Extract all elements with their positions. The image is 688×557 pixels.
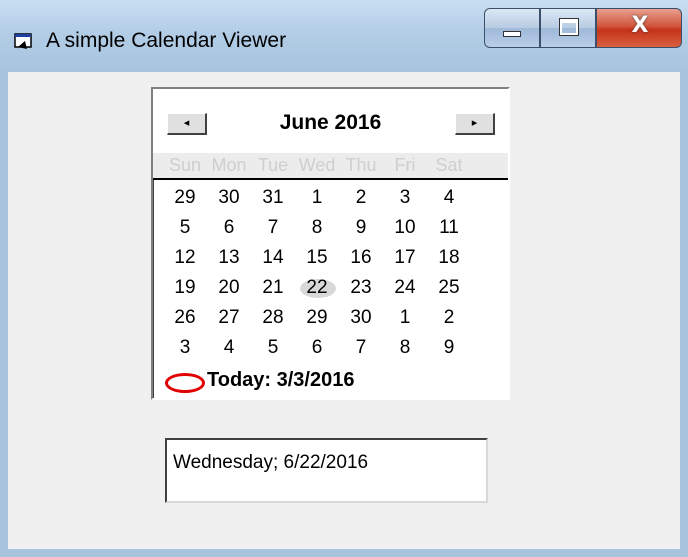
calendar-day[interactable]: 24 — [385, 277, 425, 299]
minimize-icon — [503, 31, 521, 37]
calendar-day[interactable]: 26 — [165, 307, 205, 329]
weekday-header-row: Sun Mon Tue Wed Thu Fri Sat — [153, 153, 508, 180]
calendar-day[interactable]: 30 — [341, 307, 381, 329]
minimize-button[interactable] — [484, 8, 540, 48]
calendar-day[interactable]: 8 — [297, 217, 337, 239]
weekday-label: Sat — [435, 155, 463, 175]
app-window-icon — [14, 33, 32, 49]
today-link[interactable]: Today: 3/3/2016 — [165, 369, 505, 395]
today-marker-icon — [165, 373, 205, 393]
maximize-icon — [559, 18, 579, 36]
calendar-day[interactable]: 9 — [341, 217, 381, 239]
right-arrow-icon: ▸ — [471, 117, 478, 129]
calendar-day[interactable]: 6 — [297, 337, 337, 359]
calendar-day[interactable]: 23 — [341, 277, 381, 299]
calendar-day[interactable]: 3 — [385, 187, 425, 209]
close-button[interactable]: X — [596, 8, 682, 48]
calendar-day[interactable]: 6 — [209, 217, 249, 239]
calendar-day[interactable]: 30 — [209, 187, 249, 209]
calendar-day[interactable]: 31 — [253, 187, 293, 209]
calendar-day[interactable]: 27 — [209, 307, 249, 329]
weekday-label: Sun — [168, 155, 202, 175]
calendar-day[interactable]: 5 — [165, 217, 205, 239]
calendar-day[interactable]: 11 — [429, 217, 469, 239]
next-month-button[interactable]: ▸ — [455, 113, 495, 135]
title-bar[interactable]: A simple Calendar Viewer X — [0, 0, 688, 72]
calendar-day[interactable]: 16 — [341, 247, 381, 269]
calendar-day[interactable]: 2 — [429, 307, 469, 329]
calendar-day[interactable]: 14 — [253, 247, 293, 269]
calendar-day[interactable]: 18 — [429, 247, 469, 269]
maximize-button[interactable] — [540, 8, 596, 48]
calendar-day[interactable]: 25 — [429, 277, 469, 299]
calendar-day[interactable]: 29 — [297, 307, 337, 329]
calendar-day[interactable]: 28 — [253, 307, 293, 329]
calendar-day[interactable]: 15 — [297, 247, 337, 269]
calendar-day-selected[interactable]: 22 — [297, 277, 337, 299]
calendar-day[interactable]: 20 — [209, 277, 249, 299]
calendar-day[interactable]: 5 — [253, 337, 293, 359]
month-calendar[interactable]: ◂ June 2016 ▸ Sun Mon Tue Wed Thu Fri Sat 29 30… — [151, 87, 510, 400]
calendar-day[interactable]: 29 — [165, 187, 205, 209]
calendar-day[interactable]: 4 — [429, 187, 469, 209]
calendar-day[interactable]: 21 — [253, 277, 293, 299]
calendar-day[interactable]: 1 — [385, 307, 425, 329]
calendar-day[interactable]: 13 — [209, 247, 249, 269]
calendar-day[interactable]: 17 — [385, 247, 425, 269]
calendar-day[interactable]: 7 — [341, 337, 381, 359]
calendar-day[interactable]: 3 — [165, 337, 205, 359]
close-icon: X — [631, 13, 649, 38]
weekday-label: Tue — [257, 155, 289, 175]
calendar-day[interactable]: 8 — [385, 337, 425, 359]
weekday-label: Wed — [298, 155, 336, 175]
calendar-day[interactable]: 1 — [297, 187, 337, 209]
calendar-day[interactable]: 9 — [429, 337, 469, 359]
calendar-day[interactable]: 12 — [165, 247, 205, 269]
selected-date-textbox[interactable]: Wednesday; 6/22/2016 — [165, 438, 488, 503]
calendar-day[interactable]: 10 — [385, 217, 425, 239]
window-title: A simple Calendar Viewer — [46, 29, 287, 52]
calendar-day[interactable]: 7 — [253, 217, 293, 239]
calendar-header: ◂ June 2016 ▸ — [153, 89, 508, 153]
weekday-label: Mon — [211, 155, 247, 175]
calendar-day[interactable]: 4 — [209, 337, 249, 359]
weekday-label: Fri — [394, 155, 416, 175]
today-label: Today: 3/3/2016 — [207, 369, 355, 391]
calendar-day[interactable]: 19 — [165, 277, 205, 299]
weekday-label: Thu — [345, 155, 377, 175]
calendar-day[interactable]: 2 — [341, 187, 381, 209]
